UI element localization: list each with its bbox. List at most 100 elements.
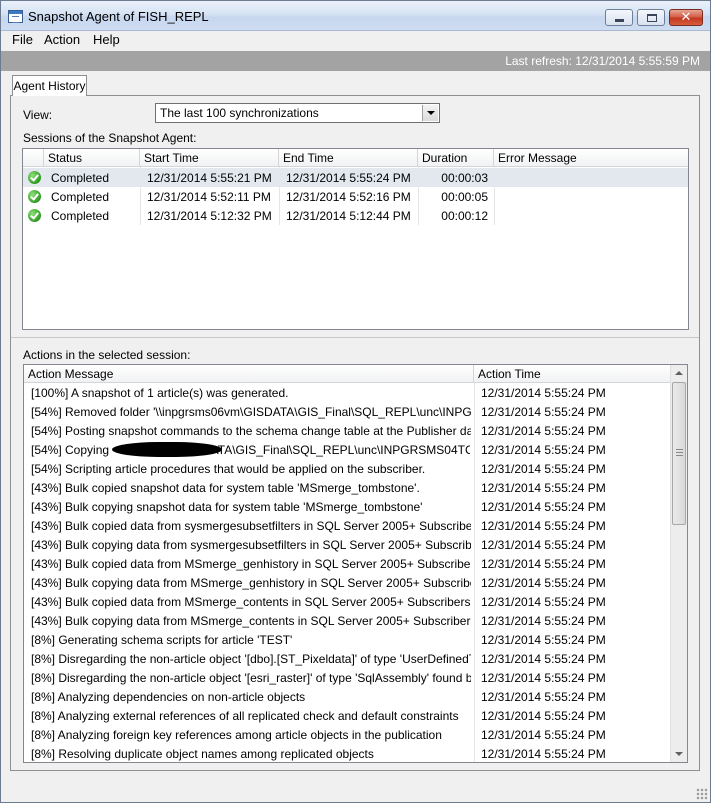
title-bar[interactable]: Snapshot Agent of FISH_REPL ✕	[1, 1, 710, 31]
view-dropdown-value: The last 100 synchronizations	[160, 106, 319, 120]
col-error-message[interactable]: Error Message	[494, 149, 688, 167]
action-row[interactable]: [8%] Generating schema scripts for artic…	[24, 630, 670, 649]
action-row[interactable]: [43%] Bulk copying snapshot data for sys…	[24, 497, 670, 516]
col-start-time[interactable]: Start Time	[140, 149, 279, 167]
action-message: [54%] Scripting article procedures that …	[31, 462, 426, 476]
action-row[interactable]: [8%] Disregarding the non-article object…	[24, 668, 670, 687]
action-row[interactable]: [8%] Analyzing external references of al…	[24, 706, 670, 725]
col-action-time[interactable]: Action Time	[474, 365, 670, 383]
action-time: 12/31/2014 5:55:24 PM	[481, 747, 606, 761]
action-time: 12/31/2014 5:55:24 PM	[481, 576, 606, 590]
action-row[interactable]: [54%] Scripting article procedures that …	[24, 459, 670, 478]
menu-file[interactable]: File	[12, 32, 33, 47]
action-row[interactable]: [43%] Bulk copied data from MSmerge_cont…	[24, 592, 670, 611]
actions-header: Action Message Action Time	[24, 365, 670, 383]
action-message: [8%] Disregarding the non-article object…	[31, 671, 471, 685]
action-message: [43%] Bulk copying snapshot data for sys…	[31, 500, 423, 514]
col-end-time[interactable]: End Time	[279, 149, 418, 167]
scroll-thumb[interactable]	[672, 382, 686, 525]
action-message: [8%] Resolving duplicate object names am…	[31, 747, 374, 761]
actions-scrollbar[interactable]	[670, 365, 687, 762]
action-time: 12/31/2014 5:55:24 PM	[481, 424, 606, 438]
action-time: 12/31/2014 5:55:24 PM	[481, 481, 606, 495]
action-message: [43%] Bulk copied snapshot data for syst…	[31, 481, 420, 495]
action-message: [43%] Bulk copying data from MSmerge_gen…	[31, 576, 471, 590]
action-time: 12/31/2014 5:55:24 PM	[481, 500, 606, 514]
action-message: [8%] Disregarding the non-article object…	[31, 652, 471, 666]
action-time: 12/31/2014 5:55:24 PM	[481, 443, 606, 457]
session-duration: 00:00:05	[441, 190, 488, 204]
action-row[interactable]: [8%] Analyzing foreign key references am…	[24, 725, 670, 744]
session-duration: 00:00:03	[441, 171, 488, 185]
close-button[interactable]: ✕	[669, 9, 703, 26]
action-row[interactable]: [54%] Removed folder '\\inpgrsms06vm\GIS…	[24, 402, 670, 421]
view-dropdown[interactable]: The last 100 synchronizations	[155, 103, 440, 123]
action-message: [8%] Analyzing foreign key references am…	[31, 728, 442, 742]
session-start: 12/31/2014 5:52:11 PM	[147, 190, 271, 204]
grip-icon	[676, 449, 683, 456]
session-row[interactable]: Completed 12/31/2014 5:55:21 PM 12/31/20…	[23, 168, 688, 187]
resize-grip-icon[interactable]	[696, 788, 708, 800]
col-duration[interactable]: Duration	[418, 149, 494, 167]
app-window-icon	[8, 10, 23, 23]
col-action-message[interactable]: Action Message	[24, 365, 474, 383]
session-row[interactable]: Completed 12/31/2014 5:52:11 PM 12/31/20…	[23, 187, 688, 206]
maximize-icon	[647, 14, 657, 22]
action-row[interactable]: [100%] A snapshot of 1 article(s) was ge…	[24, 383, 670, 402]
action-time: 12/31/2014 5:55:24 PM	[481, 614, 606, 628]
action-message: [43%] Bulk copied data from MSmerge_cont…	[31, 595, 471, 609]
action-time: 12/31/2014 5:55:24 PM	[481, 728, 606, 742]
menu-bar: File Action Help	[1, 31, 710, 50]
scroll-down-icon[interactable]	[671, 745, 687, 762]
action-time: 12/31/2014 5:55:24 PM	[481, 538, 606, 552]
action-message: [8%] Generating schema scripts for artic…	[31, 633, 293, 647]
session-start: 12/31/2014 5:55:21 PM	[147, 171, 272, 185]
action-message: [8%] Analyzing dependencies on non-artic…	[31, 690, 306, 704]
minimize-button[interactable]	[605, 9, 633, 26]
maximize-button[interactable]	[637, 9, 665, 26]
action-row[interactable]: [8%] Disregarding the non-article object…	[24, 649, 670, 668]
view-label: View:	[23, 108, 53, 122]
splitter[interactable]	[11, 337, 699, 338]
scroll-up-icon[interactable]	[671, 365, 687, 382]
action-time: 12/31/2014 5:55:24 PM	[481, 690, 606, 704]
action-row[interactable]: [8%] Analyzing dependencies on non-artic…	[24, 687, 670, 706]
sessions-header: Status Start Time End Time Duration Erro…	[23, 149, 688, 167]
action-time: 12/31/2014 5:55:24 PM	[481, 652, 606, 666]
sessions-grid[interactable]: Status Start Time End Time Duration Erro…	[22, 148, 689, 330]
action-row[interactable]: [43%] Bulk copying data from MSmerge_gen…	[24, 573, 670, 592]
actions-grid[interactable]: Action Message Action Time [100%] A snap…	[23, 364, 688, 763]
chevron-down-icon[interactable]	[422, 105, 438, 121]
window-title: Snapshot Agent of FISH_REPL	[28, 9, 209, 24]
refresh-status-bar: Last refresh: 12/31/2014 5:55:59 PM	[1, 51, 710, 71]
session-status: Completed	[51, 190, 110, 204]
action-row[interactable]: [43%] Bulk copying data from MSmerge_con…	[24, 611, 670, 630]
agent-history-panel: View: The last 100 synchronizations Sess…	[10, 95, 700, 771]
minimize-icon	[615, 19, 624, 22]
menu-help[interactable]: Help	[93, 32, 120, 47]
action-row[interactable]: [43%] Bulk copied snapshot data for syst…	[24, 478, 670, 497]
action-row[interactable]: [54%] Posting snapshot commands to the s…	[24, 421, 670, 440]
action-time: 12/31/2014 5:55:24 PM	[481, 709, 606, 723]
menu-action[interactable]: Action	[44, 32, 80, 47]
action-message-tail: DATA\GIS_Final\SQL_REPL\unc\INPGRSMS04TC…	[202, 443, 470, 457]
action-time: 12/31/2014 5:55:24 PM	[481, 405, 606, 419]
col-status[interactable]: Status	[44, 149, 140, 167]
action-time: 12/31/2014 5:55:24 PM	[481, 386, 606, 400]
action-row[interactable]: [43%] Bulk copying data from sysmergesub…	[24, 535, 670, 554]
last-refresh-text: Last refresh: 12/31/2014 5:55:59 PM	[505, 54, 700, 68]
action-row[interactable]: [43%] Bulk copied data from MSmerge_genh…	[24, 554, 670, 573]
success-check-icon	[28, 190, 41, 203]
action-message: [43%] Bulk copying data from sysmergesub…	[31, 538, 471, 552]
snapshot-agent-window: Snapshot Agent of FISH_REPL ✕ File Actio…	[0, 0, 711, 803]
action-row[interactable]: [54%] Copying DATA\GIS_Final\SQL_REPL\unc…	[24, 440, 670, 459]
tab-agent-history[interactable]: Agent History	[12, 75, 87, 96]
sessions-label: Sessions of the Snapshot Agent:	[23, 131, 197, 145]
action-message: [43%] Bulk copying data from MSmerge_con…	[31, 614, 471, 628]
session-row[interactable]: Completed 12/31/2014 5:12:32 PM 12/31/20…	[23, 206, 688, 225]
action-time: 12/31/2014 5:55:24 PM	[481, 671, 606, 685]
action-row[interactable]: [43%] Bulk copied data from sysmergesubs…	[24, 516, 670, 535]
action-row[interactable]: [8%] Resolving duplicate object names am…	[24, 744, 670, 762]
action-time: 12/31/2014 5:55:24 PM	[481, 557, 606, 571]
success-check-icon	[28, 209, 41, 222]
